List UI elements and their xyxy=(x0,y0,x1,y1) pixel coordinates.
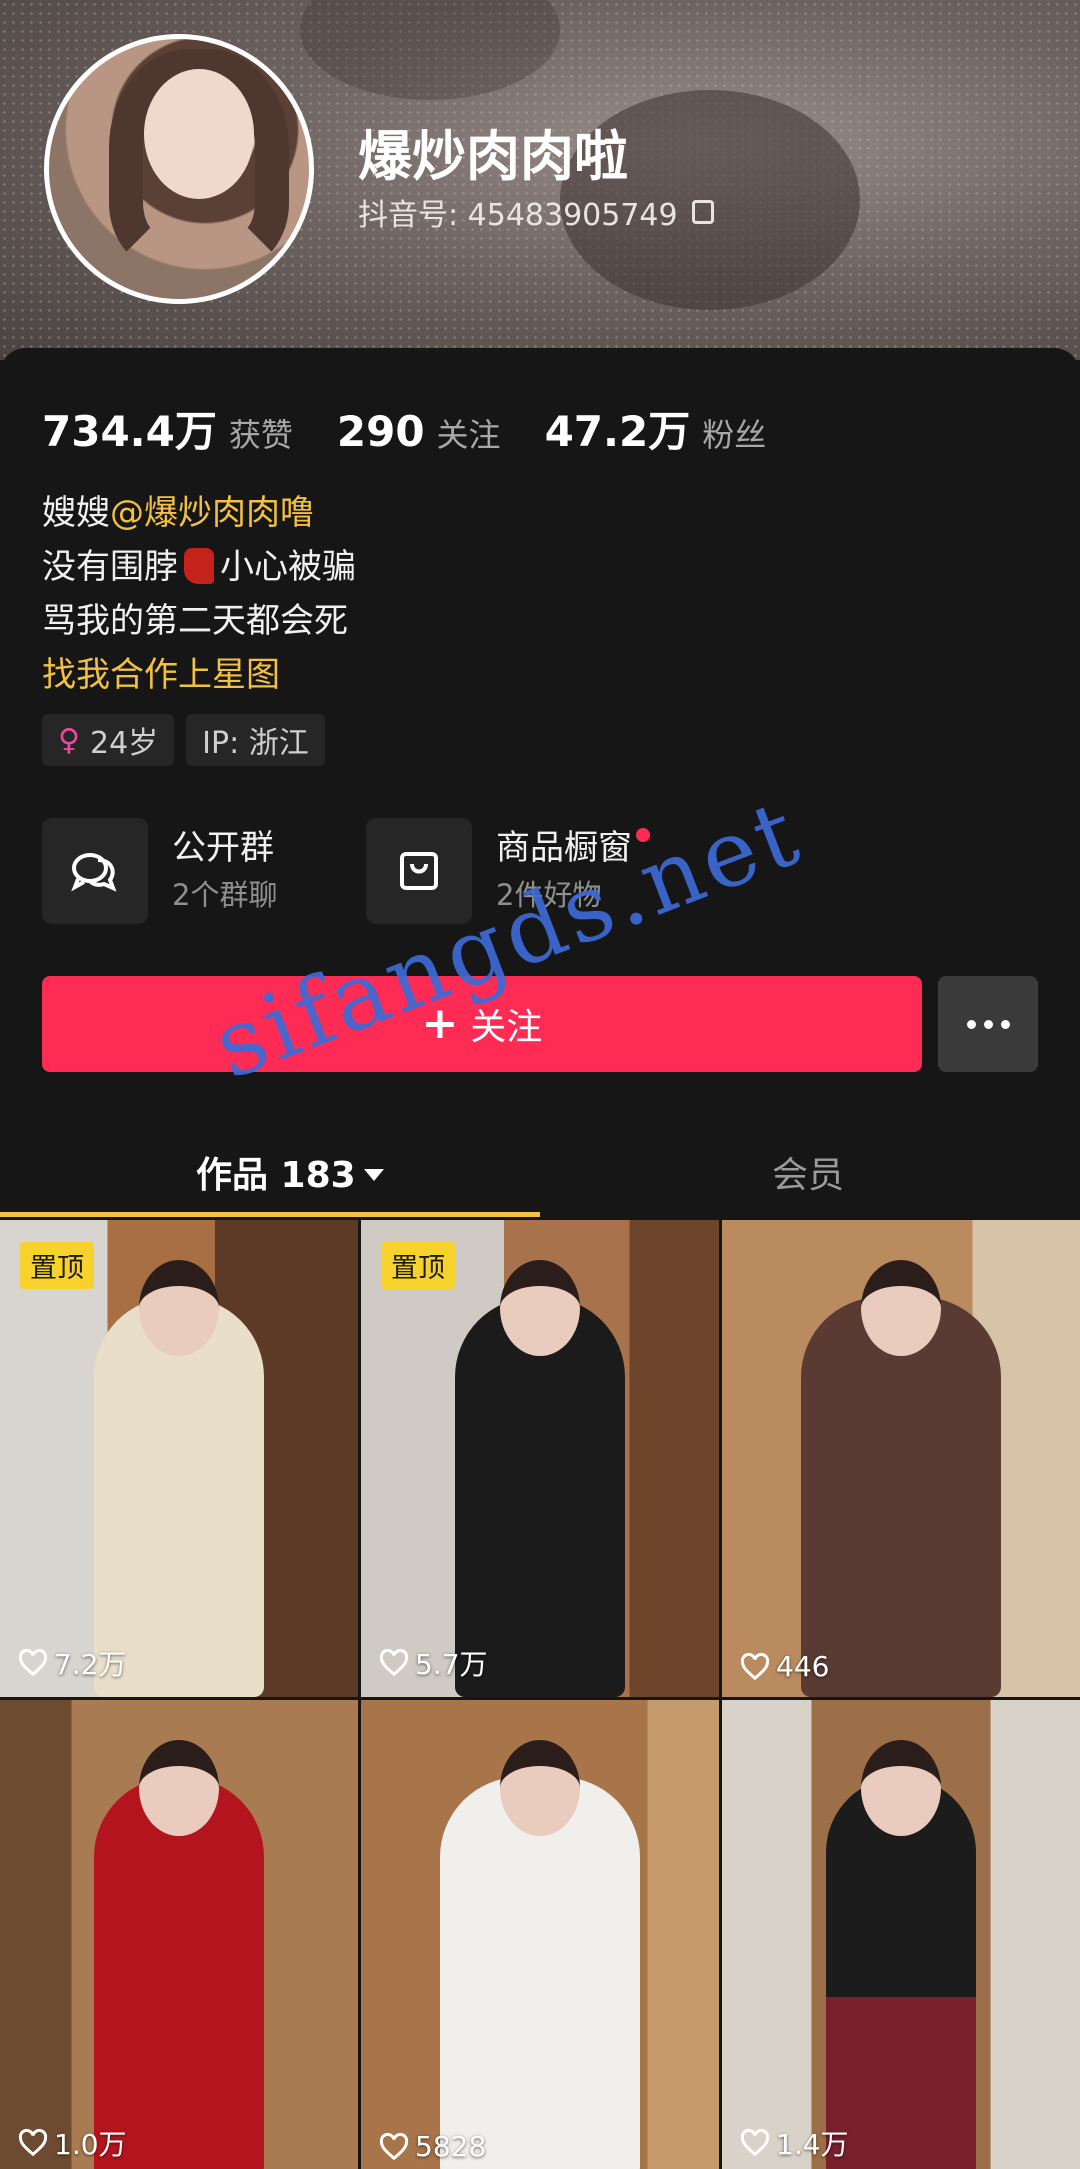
ip-tag: IP: 浙江 xyxy=(186,714,325,766)
stat-following[interactable]: 290 关注 xyxy=(337,407,501,456)
heart-icon xyxy=(18,2128,48,2157)
stat-likes[interactable]: 734.4万 获赞 xyxy=(42,398,293,459)
heart-icon xyxy=(379,2132,409,2160)
bio-text: 嫂嫂 xyxy=(42,493,110,533)
like-count-value: 1.4万 xyxy=(776,2128,849,2161)
thumbnail-figure xyxy=(94,1297,264,1697)
heart-icon xyxy=(379,1648,409,1677)
video-thumbnail[interactable]: 置顶 5.7万 xyxy=(361,1220,719,1697)
bio-text: 小心被骗 xyxy=(220,547,356,587)
like-count: 7.2万 xyxy=(18,1643,127,1683)
thumbnail-head xyxy=(139,1740,219,1836)
scarf-emoji-icon xyxy=(184,548,214,584)
like-count-value: 1.0万 xyxy=(54,2128,127,2161)
age-text: 24岁 xyxy=(89,726,159,761)
active-tab-indicator xyxy=(0,1212,540,1217)
stat-value: 47.2万 xyxy=(544,407,691,456)
copy-icon[interactable] xyxy=(691,200,714,224)
tab-member[interactable]: 会员 xyxy=(772,1146,844,1198)
profile-bio: 嫂嫂@爆炒肉肉噜 没有围脖 小心被骗 骂我的第二天都会死 找我合作上星图 xyxy=(42,486,356,702)
avatar[interactable] xyxy=(44,34,314,304)
video-thumbnail[interactable]: 置顶 7.2万 xyxy=(0,1220,358,1697)
caret-down-icon xyxy=(363,1169,384,1181)
like-count-value: 7.2万 xyxy=(54,1648,127,1681)
thumbnail-head xyxy=(500,1260,580,1356)
profile-tabs: 作品 183 会员 xyxy=(0,1126,1080,1218)
like-count: 5.7万 xyxy=(379,1643,488,1683)
avatar-face xyxy=(144,69,254,199)
bio-text: 没有围脖 xyxy=(42,547,178,587)
like-count-value: 5.7万 xyxy=(415,1648,488,1681)
thumbnail-head xyxy=(139,1260,219,1356)
entry-subtitle: 2个群聊 xyxy=(172,878,278,912)
stat-value: 734.4万 xyxy=(42,407,217,456)
video-thumbnail[interactable]: 1.0万 xyxy=(0,1700,358,2169)
ip-text: IP: 浙江 xyxy=(202,726,309,761)
douyin-id: 抖音号: 45483905749 xyxy=(358,198,678,233)
video-thumbnail[interactable]: 1.4万 xyxy=(722,1700,1080,2169)
entry-title: 公开群 xyxy=(172,828,274,868)
pinned-badge: 置顶 xyxy=(381,1242,455,1289)
thumbnail-figure xyxy=(801,1297,1001,1697)
tab-works-label: 作品 183 xyxy=(196,1155,356,1196)
heart-icon xyxy=(18,1648,48,1677)
thumbnail-head xyxy=(861,1740,941,1836)
stat-followers[interactable]: 47.2万 粉丝 xyxy=(545,398,767,459)
like-count: 1.4万 xyxy=(740,2123,849,2163)
profile-tags: ♀ 24岁 IP: 浙江 xyxy=(42,714,325,766)
female-icon: ♀ xyxy=(58,722,80,758)
thumbnail-head xyxy=(500,1740,580,1836)
profile-username: 爆炒肉肉啦 xyxy=(358,125,628,188)
like-count: 446 xyxy=(740,1650,829,1683)
bio-cooperation-link[interactable]: 找我合作上星图 xyxy=(42,648,356,702)
chat-bubbles-icon xyxy=(42,818,148,924)
thumbnail-head xyxy=(861,1260,941,1356)
stat-label: 关注 xyxy=(436,416,501,454)
bio-line: 嫂嫂@爆炒肉肉噜 xyxy=(42,486,356,540)
thumbnail-figure xyxy=(455,1297,625,1697)
bio-line: 没有围脖 小心被骗 xyxy=(42,540,356,594)
age-tag: ♀ 24岁 xyxy=(42,714,175,766)
video-thumbnail[interactable]: 5828 xyxy=(361,1700,719,2169)
stat-label: 获赞 xyxy=(228,416,293,454)
like-count-value: 5828 xyxy=(415,2130,487,2163)
like-count: 1.0万 xyxy=(18,2123,127,2163)
stats-row: 734.4万 获赞 290 关注 47.2万 粉丝 xyxy=(42,398,810,459)
like-count-value: 446 xyxy=(776,1650,830,1683)
more-dots-icon[interactable] xyxy=(938,976,1038,1072)
heart-icon xyxy=(740,2128,770,2157)
tab-works[interactable]: 作品 183 xyxy=(196,1146,384,1198)
pinned-badge: 置顶 xyxy=(20,1242,94,1289)
video-grid: 置顶 7.2万 置顶 5.7万 446 1.0万 5828 1.4万 xyxy=(0,1220,1080,2169)
stat-value: 290 xyxy=(336,407,425,456)
stat-label: 粉丝 xyxy=(702,416,767,454)
heart-icon xyxy=(740,1652,770,1680)
bio-mention-link[interactable]: @爆炒肉肉噜 xyxy=(110,493,314,533)
bio-line: 骂我的第二天都会死 xyxy=(42,601,348,641)
public-group-entry[interactable]: 公开群 2个群聊 xyxy=(42,818,366,924)
douyin-id-row: 抖音号: 45483905749 xyxy=(358,190,714,234)
like-count: 5828 xyxy=(379,2130,486,2163)
video-thumbnail[interactable]: 446 xyxy=(722,1220,1080,1697)
